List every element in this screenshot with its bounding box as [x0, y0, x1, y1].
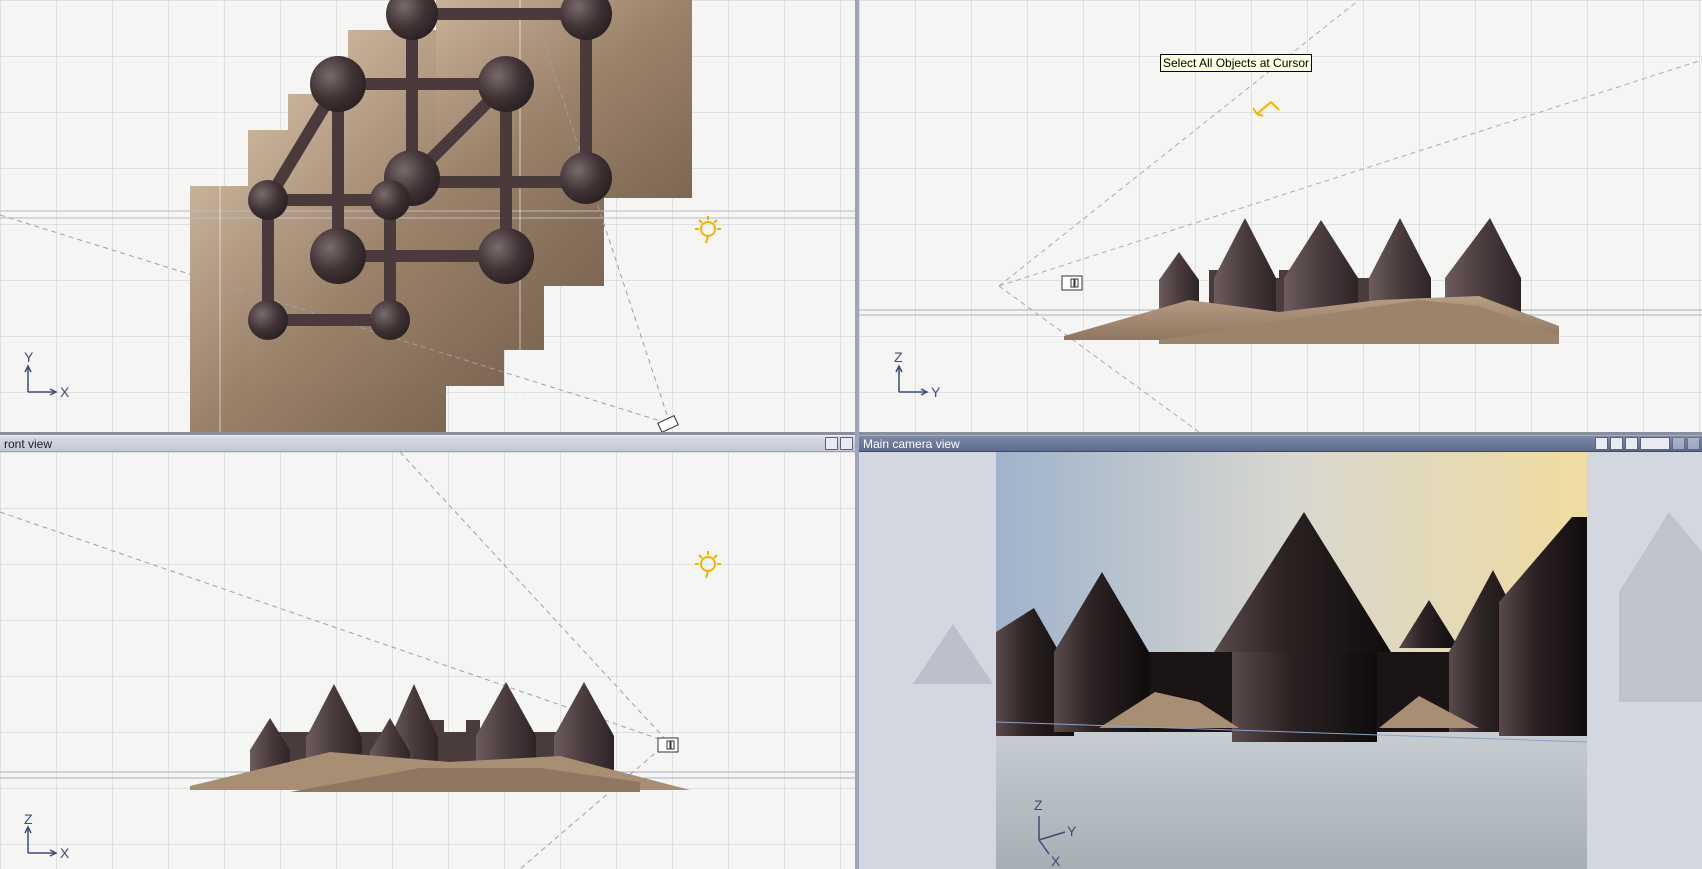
sound-icon[interactable] [1687, 437, 1700, 450]
zoom-icon[interactable] [1672, 437, 1685, 450]
front-view-titlebar[interactable]: ront view [0, 435, 855, 452]
camera-view-title: Main camera view [863, 437, 960, 451]
render-preview-icon[interactable] [1625, 437, 1638, 450]
viewport-camera[interactable]: Z Y X [859, 452, 1702, 869]
camera-view-titlebar[interactable]: Main camera view [859, 435, 1702, 452]
front-view-title: ront view [4, 437, 53, 451]
sun-icon[interactable] [695, 216, 721, 244]
axis-gizmo-top [24, 364, 58, 396]
axis-label-z: Z [1034, 797, 1043, 813]
axis-gizmo-side [895, 364, 929, 396]
vertical-splitter[interactable] [855, 0, 859, 869]
viewport-camera-icon[interactable] [1610, 437, 1623, 450]
camera-icon[interactable] [1061, 275, 1083, 291]
axis-label-y: Y [1067, 823, 1077, 839]
axis-label-z: Z [894, 349, 903, 365]
viewport-top[interactable]: Y X [0, 0, 855, 432]
axis-gizmo-front [24, 825, 58, 857]
axis-label-y: Y [931, 384, 941, 400]
spotlight-icon[interactable] [1252, 101, 1280, 117]
viewport-top-canvas[interactable]: Y X [0, 0, 855, 432]
axis-label-z: Z [24, 811, 33, 827]
axis-label-x: X [1051, 853, 1061, 869]
viewport-options-icon[interactable] [825, 437, 838, 450]
sun-icon[interactable] [695, 551, 721, 579]
viewport-options-icon[interactable] [1595, 437, 1608, 450]
tooltip: Select All Objects at Cursor [1160, 54, 1313, 72]
camera-icon[interactable] [657, 737, 679, 753]
viewport-camera-canvas[interactable]: Z Y X [859, 452, 1702, 869]
axis-label-y: Y [24, 349, 34, 365]
display-mode-icon[interactable] [1640, 437, 1670, 450]
viewport-front[interactable]: Z X [0, 452, 855, 869]
camera-icon[interactable] [657, 415, 679, 432]
axis-label-x: X [60, 845, 70, 861]
axis-label-x: X [60, 384, 70, 400]
viewport-camera-icon[interactable] [840, 437, 853, 450]
viewport-front-canvas[interactable]: Z X [0, 452, 855, 869]
